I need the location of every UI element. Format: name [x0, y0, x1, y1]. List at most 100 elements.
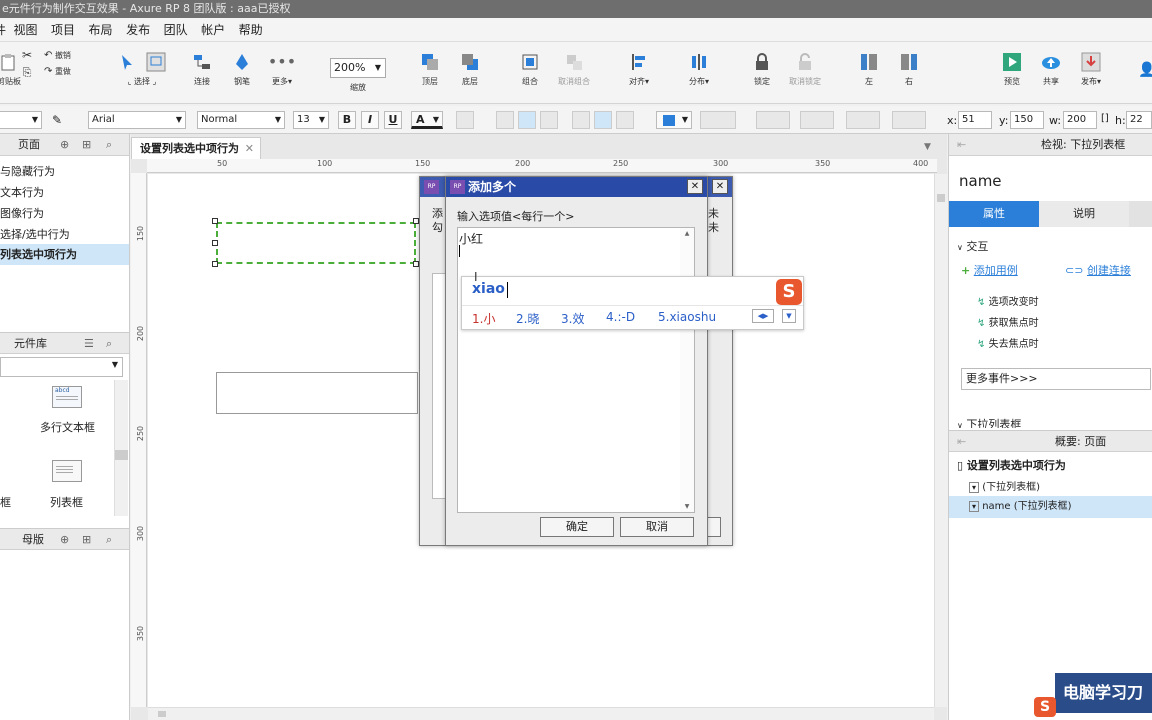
menu-icon[interactable]: ☰	[84, 333, 94, 355]
h-input[interactable]: 22	[1126, 111, 1152, 129]
add-folder-icon[interactable]: ⊞	[82, 134, 91, 156]
ungroup-button[interactable]: 取消组合	[554, 52, 594, 87]
cancel-button[interactable]: 取消	[620, 517, 694, 537]
page-item[interactable]: 选择/选中行为	[0, 224, 129, 245]
arrow-style-button[interactable]	[892, 111, 926, 129]
bullet-button[interactable]	[456, 111, 474, 129]
outline-item-selected[interactable]: ▾ name (下拉列表框)	[949, 496, 1152, 518]
event-item[interactable]: ↯ 选项改变时	[977, 293, 1039, 308]
menu-item-file[interactable]: 件	[0, 18, 6, 42]
select-mode-button[interactable]: ⌞ 选择 ⌟	[114, 52, 170, 87]
bold-button[interactable]: B	[338, 111, 356, 129]
widget-style-select[interactable]: ▼	[0, 111, 42, 129]
dropdown-widget[interactable]	[216, 372, 418, 414]
canvas-horizontal-scrollbar[interactable]	[148, 707, 934, 720]
align-text-left-button[interactable]	[496, 111, 514, 129]
align-text-center-button[interactable]	[518, 111, 536, 129]
share-button[interactable]: 共享	[1038, 52, 1064, 87]
tab-style[interactable]	[1129, 201, 1152, 227]
w-input[interactable]: 200	[1063, 111, 1097, 129]
distribute-button[interactable]: 分布▾	[684, 52, 714, 87]
search-icon[interactable]: ⌕	[106, 529, 112, 551]
menu-item-arrange[interactable]: 布局	[89, 18, 113, 42]
font-style-select[interactable]: Normal ▼	[197, 111, 285, 129]
close-tab-icon[interactable]: ✕	[245, 138, 254, 160]
link-ratio-icon[interactable]: []	[1101, 113, 1109, 124]
menu-item-account[interactable]: 帐户	[201, 18, 225, 42]
outline-item[interactable]: ▾ (下拉列表框)	[969, 478, 1040, 493]
textarea-widget-icon[interactable]: abcd	[52, 386, 82, 408]
ime-candidate[interactable]: 2.晓	[516, 310, 539, 327]
redo-button[interactable]: ↷ 重做	[44, 66, 86, 77]
page-item-selected[interactable]: 列表选中项行为	[0, 244, 129, 265]
outline-page[interactable]: ▯ 设置列表选中项行为	[957, 457, 1066, 473]
copy-icon[interactable]: ⎘	[20, 66, 34, 80]
bring-front-button[interactable]: 顶层	[418, 52, 442, 87]
ime-candidate[interactable]: 4.:-D	[606, 310, 635, 324]
widget-name[interactable]: name	[959, 172, 1002, 190]
ime-expand-icon[interactable]: ▼	[782, 309, 796, 323]
pen-button[interactable]: 钢笔	[228, 52, 256, 87]
dropdown-section[interactable]: ∨ 下拉列表框	[957, 416, 1021, 428]
cut-icon[interactable]: ✂	[20, 48, 34, 62]
unlock-button[interactable]: 取消锁定	[784, 52, 826, 87]
line-style-button[interactable]	[846, 111, 880, 129]
page-item[interactable]: 图像行为	[0, 203, 129, 224]
resize-handle[interactable]	[212, 218, 218, 224]
italic-button[interactable]: I	[361, 111, 379, 129]
line-width-button[interactable]	[800, 111, 834, 129]
shadow-button[interactable]	[700, 111, 736, 129]
search-icon[interactable]: ⌕	[106, 333, 112, 355]
tab-list-icon[interactable]: ▼	[924, 142, 931, 152]
collapse-icon[interactable]: ⇤	[957, 431, 966, 453]
add-page-icon[interactable]: ⊕	[60, 134, 69, 156]
close-icon[interactable]: ✕	[712, 179, 728, 194]
right-button[interactable]: 右	[898, 52, 920, 87]
ime-page-nav-icon[interactable]: ◀▶	[752, 309, 774, 323]
undo-button[interactable]: ↶ 撤销	[44, 50, 86, 61]
tab-page[interactable]: 设置列表选中项行为 ✕	[131, 137, 261, 159]
send-back-button[interactable]: 底层	[458, 52, 482, 87]
resize-handle[interactable]	[212, 240, 218, 246]
options-textarea[interactable]: 小红 ▲ ▼	[457, 227, 695, 513]
more-events-select[interactable]: 更多事件>>>	[961, 368, 1151, 390]
valign-top-button[interactable]	[572, 111, 590, 129]
group-button[interactable]: 组合	[518, 52, 542, 87]
menu-item-view[interactable]: 视图	[14, 18, 38, 42]
connect-button[interactable]: 连接	[188, 52, 216, 87]
preview-button[interactable]: 预览	[1000, 52, 1024, 87]
event-item[interactable]: ↯ 获取焦点时	[977, 314, 1039, 329]
add-master-icon[interactable]: ⊕	[60, 529, 69, 551]
font-size-select[interactable]: 13 ▼	[293, 111, 329, 129]
more-button[interactable]: ••• 更多▾	[266, 52, 298, 87]
menu-item-project[interactable]: 项目	[51, 18, 75, 42]
library-scrollbar[interactable]	[114, 380, 128, 516]
lock-button[interactable]: 锁定	[750, 52, 774, 87]
close-icon[interactable]: ✕	[687, 179, 703, 194]
ime-candidate[interactable]: 3.效	[561, 310, 584, 327]
font-color-button[interactable]: A ▼	[411, 111, 443, 129]
align-text-right-button[interactable]	[540, 111, 558, 129]
fill-color-button[interactable]: ▼	[656, 111, 692, 129]
add-case-link[interactable]: + 添加用例	[961, 262, 1018, 278]
event-item[interactable]: ↯ 失去焦点时	[977, 335, 1039, 350]
x-input[interactable]: 51	[958, 111, 992, 129]
collapse-icon[interactable]: ⇤	[957, 134, 966, 156]
edit-style-icon[interactable]: ✎	[52, 113, 62, 127]
add-folder-icon[interactable]: ⊞	[82, 529, 91, 551]
selected-dropdown-widget[interactable]	[216, 222, 416, 264]
y-input[interactable]: 150	[1010, 111, 1044, 129]
ime-candidate[interactable]: 5.xiaoshu	[658, 310, 716, 324]
listbox-widget-icon[interactable]	[52, 460, 82, 482]
line-color-button[interactable]	[756, 111, 790, 129]
menu-item-publish[interactable]: 发布	[126, 18, 150, 42]
textarea-scrollbar[interactable]: ▲ ▼	[680, 228, 694, 512]
align-button[interactable]: 对齐▾	[624, 52, 654, 87]
resize-handle[interactable]	[212, 261, 218, 267]
interaction-section[interactable]: ∨ 交互	[957, 238, 988, 254]
ok-button[interactable]: 确定	[540, 517, 614, 537]
underline-button[interactable]: U	[384, 111, 402, 129]
font-family-select[interactable]: Arial ▼	[88, 111, 186, 129]
left-button[interactable]: 左	[858, 52, 880, 87]
ime-candidate[interactable]: 1.小	[472, 310, 495, 327]
